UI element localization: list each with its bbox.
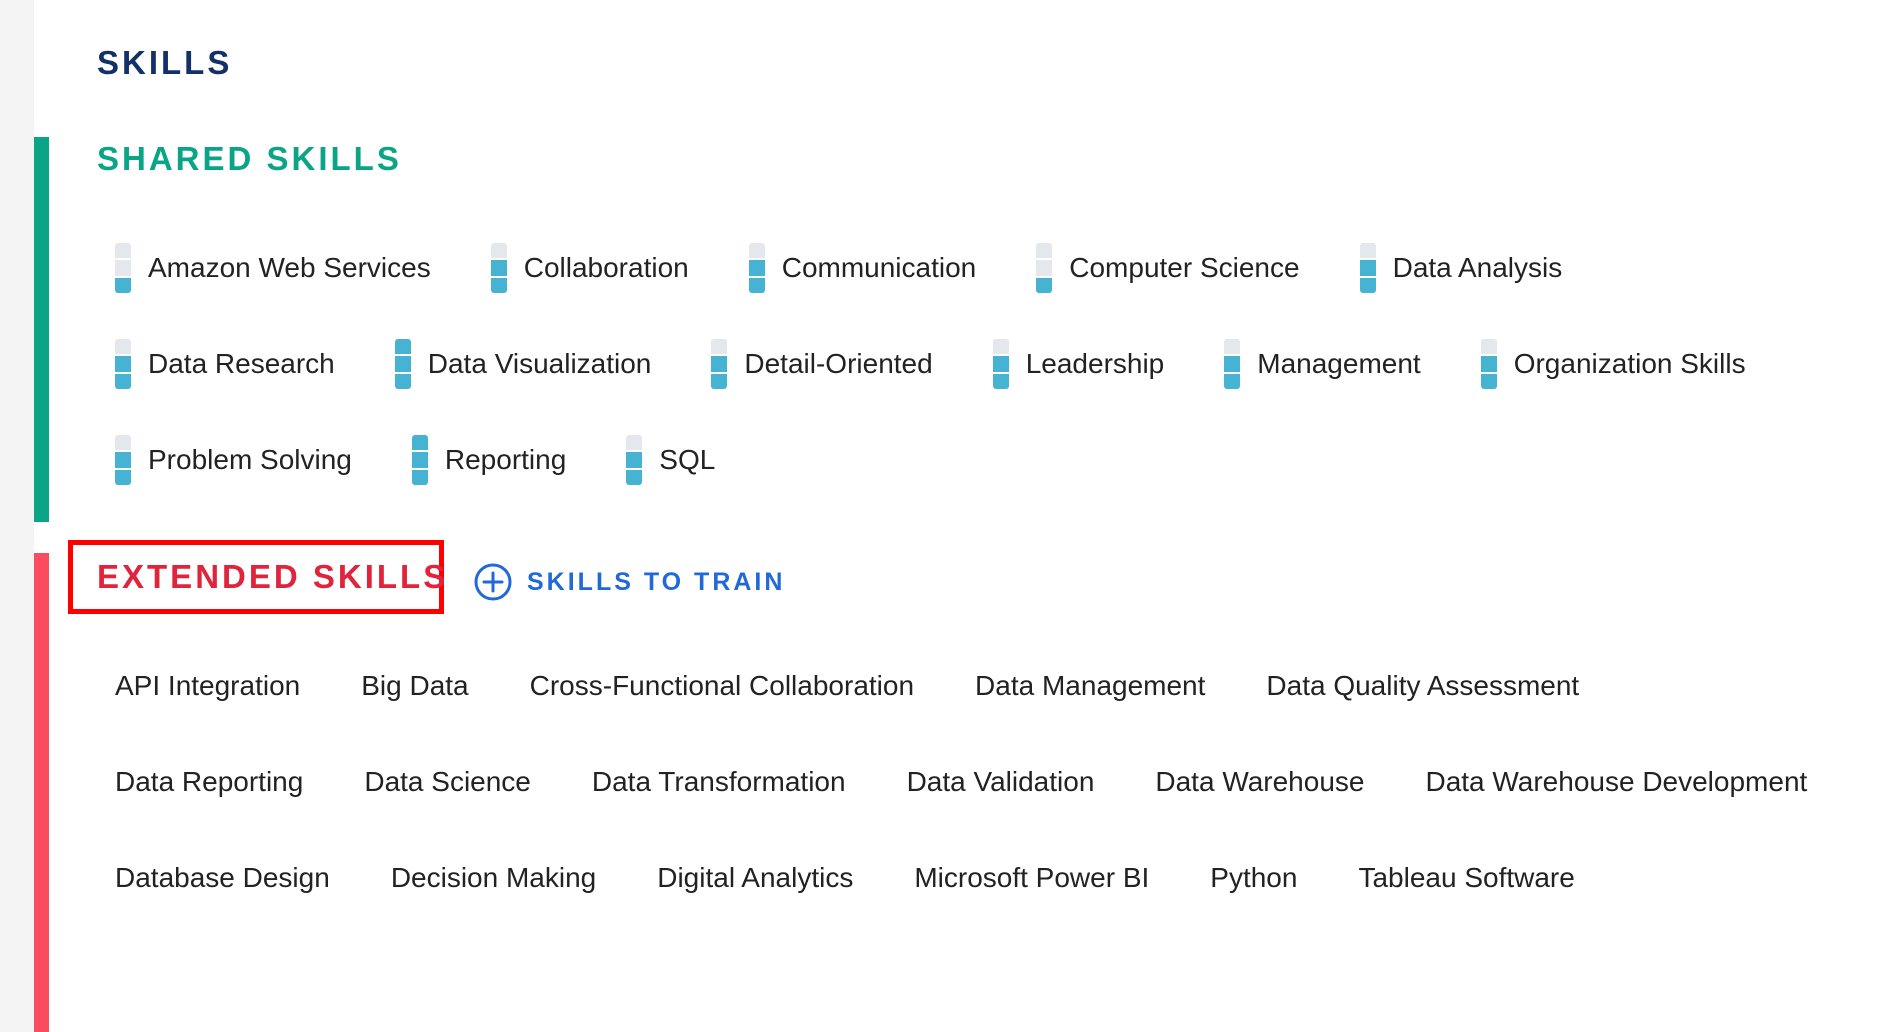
- skill-level-icon: [115, 339, 131, 389]
- extended-skill-item: Digital Analytics: [657, 862, 854, 893]
- shared-skill-label: Communication: [781, 252, 977, 283]
- extended-skills-heading: EXTENDED SKILLS: [97, 558, 449, 595]
- skill-level-icon: [992, 339, 1009, 389]
- shared-skill-label: Data Analysis: [1392, 252, 1563, 283]
- extended-skill-item: Big Data: [361, 670, 469, 701]
- skill-level-icon: [394, 339, 411, 389]
- skills-to-train-label: SKILLS TO TRAIN: [527, 567, 786, 596]
- shared-skills-list: Amazon Web Services Collaboration Commun…: [115, 243, 1835, 485]
- extended-skill-item: Data Warehouse: [1155, 766, 1365, 797]
- shared-skill-label: Collaboration: [523, 252, 689, 283]
- skill-level-icon: [1224, 339, 1241, 389]
- extended-skill-item: Decision Making: [390, 862, 597, 893]
- extended-skill-item: Cross-Functional Collaboration: [529, 670, 915, 701]
- skill-level-icon: [115, 435, 131, 485]
- shared-skill-label: SQL: [659, 444, 716, 475]
- shared-skill-label: Computer Science: [1069, 252, 1300, 283]
- skill-level-icon: [1480, 339, 1497, 389]
- shared-skill-label: Data Visualization: [427, 348, 652, 379]
- shared-skill-label: Leadership: [1025, 348, 1165, 379]
- extended-skill-item: Microsoft Power BI: [914, 862, 1150, 893]
- shared-skill-item: Amazon Web Services: [115, 243, 431, 293]
- extended-skill-item: Data Validation: [906, 766, 1095, 797]
- shared-skill-item: Reporting: [411, 435, 567, 485]
- shared-skill-item: Computer Science: [1036, 243, 1300, 293]
- shared-skill-label: Detail-Oriented: [744, 348, 933, 379]
- extended-skill-item: Data Science: [364, 766, 531, 797]
- shared-skill-item: SQL: [626, 435, 715, 485]
- shared-skill-item: Data Analysis: [1359, 243, 1563, 293]
- shared-skill-item: Communication: [748, 243, 977, 293]
- skill-level-icon: [626, 435, 643, 485]
- extended-skills-list: API Integration Big Data Cross-Functional …: [115, 668, 1875, 896]
- extended-skill-item: Data Transformation: [591, 766, 846, 797]
- extended-skills-accent-bar: [34, 553, 49, 1032]
- shared-skill-item: Leadership: [992, 339, 1165, 389]
- extended-skill-item: Python: [1210, 862, 1298, 893]
- shared-skill-label: Amazon Web Services: [148, 252, 431, 283]
- shared-skill-label: Reporting: [444, 444, 567, 475]
- page-title: SKILLS: [97, 44, 233, 81]
- skill-level-icon: [490, 243, 507, 293]
- plus-circle-icon: [474, 563, 512, 601]
- left-gutter: [0, 0, 34, 1032]
- extended-skill-item: Data Quality Assessment: [1266, 670, 1580, 701]
- skill-level-icon: [711, 339, 728, 389]
- shared-skill-item: Problem Solving: [115, 435, 352, 485]
- skills-to-train-button[interactable]: SKILLS TO TRAIN: [473, 562, 785, 602]
- shared-skill-item: Management: [1224, 339, 1421, 389]
- extended-skill-item: Data Reporting: [115, 766, 304, 797]
- shared-skill-label: Management: [1257, 348, 1421, 379]
- skills-panel: SKILLS SHARED SKILLS Amazon Web Services…: [0, 0, 1893, 1032]
- shared-skills-accent-bar: [34, 137, 49, 522]
- skill-level-icon: [1359, 243, 1376, 293]
- skill-level-icon: [115, 243, 131, 293]
- extended-skill-item: Database Design: [115, 862, 330, 893]
- extended-skill-item: API Integration: [115, 670, 301, 701]
- shared-skill-item: Organization Skills: [1480, 339, 1746, 389]
- shared-skill-item: Collaboration: [490, 243, 689, 293]
- extended-skill-item: Tableau Software: [1358, 862, 1575, 893]
- skill-level-icon: [1036, 243, 1053, 293]
- shared-skill-label: Data Research: [148, 348, 335, 379]
- shared-skill-item: Detail-Oriented: [711, 339, 933, 389]
- shared-skills-heading: SHARED SKILLS: [97, 140, 402, 177]
- extended-skill-item: Data Management: [975, 670, 1206, 701]
- shared-skill-item: Data Research: [115, 339, 335, 389]
- shared-skill-label: Problem Solving: [148, 444, 352, 475]
- shared-skill-item: Data Visualization: [394, 339, 652, 389]
- skill-level-icon: [748, 243, 765, 293]
- shared-skill-label: Organization Skills: [1513, 348, 1746, 379]
- skill-level-icon: [411, 435, 428, 485]
- extended-skill-item: Data Warehouse Development: [1425, 766, 1808, 797]
